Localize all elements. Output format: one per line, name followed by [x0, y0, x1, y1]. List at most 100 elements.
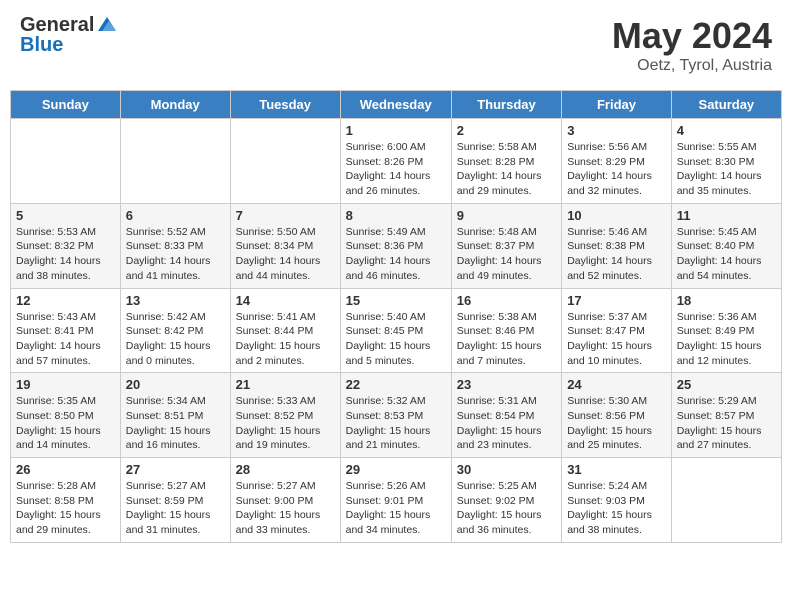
day-info: Sunrise: 5:55 AMSunset: 8:30 PMDaylight:…	[677, 140, 776, 199]
calendar-cell: 26 Sunrise: 5:28 AMSunset: 8:58 PMDayligh…	[11, 458, 121, 543]
day-info: Sunrise: 5:27 AMSunset: 9:00 PMDaylight:…	[236, 479, 335, 538]
col-tuesday: Tuesday	[230, 91, 340, 119]
day-info: Sunrise: 5:53 AMSunset: 8:32 PMDaylight:…	[16, 225, 115, 284]
day-info: Sunrise: 5:26 AMSunset: 9:01 PMDaylight:…	[346, 479, 446, 538]
day-info: Sunrise: 5:46 AMSunset: 8:38 PMDaylight:…	[567, 225, 666, 284]
calendar-cell: 8 Sunrise: 5:49 AMSunset: 8:36 PMDaylight…	[340, 203, 451, 288]
calendar-cell: 27Sunrise: 5:27 AMSunset: 8:59 PMDayligh…	[120, 458, 230, 543]
day-info: Sunrise: 5:58 AMSunset: 8:28 PMDaylight:…	[457, 140, 556, 199]
day-number: 9	[457, 208, 556, 223]
day-info: Sunrise: 5:41 AMSunset: 8:44 PMDaylight:…	[236, 310, 335, 369]
day-number: 25	[677, 377, 776, 392]
logo-general-text: General	[20, 15, 94, 35]
day-info: Sunrise: 5:33 AMSunset: 8:52 PMDaylight:…	[236, 394, 335, 453]
day-info: Sunrise: 5:27 AMSunset: 8:59 PMDaylight:…	[126, 479, 225, 538]
calendar-cell: 13 Sunrise: 5:42 AMSunset: 8:42 PMDayligh…	[120, 288, 230, 373]
calendar-cell: 19Sunrise: 5:35 AMSunset: 8:50 PMDayligh…	[11, 373, 121, 458]
calendar-cell: 25 Sunrise: 5:29 AMSunset: 8:57 PMDayligh…	[671, 373, 781, 458]
logo-icon	[96, 13, 118, 35]
day-info: Sunrise: 5:29 AMSunset: 8:57 PMDaylight:…	[677, 394, 776, 453]
day-info: Sunrise: 5:52 AMSunset: 8:33 PMDaylight:…	[126, 225, 225, 284]
calendar-cell: 30Sunrise: 5:25 AMSunset: 9:02 PMDayligh…	[451, 458, 561, 543]
day-number: 11	[677, 208, 776, 223]
calendar-cell: 5 Sunrise: 5:53 AMSunset: 8:32 PMDaylight…	[11, 203, 121, 288]
day-number: 26	[16, 462, 115, 477]
day-number: 7	[236, 208, 335, 223]
location-subtitle: Oetz, Tyrol, Austria	[612, 57, 772, 75]
calendar-cell: 17 Sunrise: 5:37 AMSunset: 8:47 PMDayligh…	[562, 288, 672, 373]
day-number: 8	[346, 208, 446, 223]
calendar-table: Sunday Monday Tuesday Wednesday Thursday…	[10, 90, 782, 543]
day-info: Sunrise: 5:34 AMSunset: 8:51 PMDaylight:…	[126, 394, 225, 453]
day-number: 30	[457, 462, 556, 477]
calendar-cell: 10 Sunrise: 5:46 AMSunset: 8:38 PMDayligh…	[562, 203, 672, 288]
col-sunday: Sunday	[11, 91, 121, 119]
col-wednesday: Wednesday	[340, 91, 451, 119]
calendar-cell: 1Sunrise: 6:00 AMSunset: 8:26 PMDaylight…	[340, 119, 451, 204]
day-number: 31	[567, 462, 666, 477]
calendar-week-row: 1Sunrise: 6:00 AMSunset: 8:26 PMDaylight…	[11, 119, 782, 204]
day-info: Sunrise: 5:31 AMSunset: 8:54 PMDaylight:…	[457, 394, 556, 453]
calendar-cell: 18 Sunrise: 5:36 AMSunset: 8:49 PMDayligh…	[671, 288, 781, 373]
calendar-cell: 21 Sunrise: 5:33 AMSunset: 8:52 PMDayligh…	[230, 373, 340, 458]
col-friday: Friday	[562, 91, 672, 119]
calendar-cell: 3 Sunrise: 5:56 AMSunset: 8:29 PMDaylight…	[562, 119, 672, 204]
calendar-cell	[230, 119, 340, 204]
day-info: Sunrise: 5:43 AMSunset: 8:41 PMDaylight:…	[16, 310, 115, 369]
calendar-cell: 16 Sunrise: 5:38 AMSunset: 8:46 PMDayligh…	[451, 288, 561, 373]
day-info: Sunrise: 5:28 AMSunset: 8:58 PMDaylight:…	[16, 479, 115, 538]
calendar-cell: 4 Sunrise: 5:55 AMSunset: 8:30 PMDaylight…	[671, 119, 781, 204]
calendar-cell: 9Sunrise: 5:48 AMSunset: 8:37 PMDaylight…	[451, 203, 561, 288]
day-info: Sunrise: 5:30 AMSunset: 8:56 PMDaylight:…	[567, 394, 666, 453]
day-number: 12	[16, 293, 115, 308]
day-info: Sunrise: 5:42 AMSunset: 8:42 PMDaylight:…	[126, 310, 225, 369]
day-info: Sunrise: 5:56 AMSunset: 8:29 PMDaylight:…	[567, 140, 666, 199]
day-number: 21	[236, 377, 335, 392]
day-number: 20	[126, 377, 225, 392]
day-info: Sunrise: 5:49 AMSunset: 8:36 PMDaylight:…	[346, 225, 446, 284]
calendar-cell: 29 Sunrise: 5:26 AMSunset: 9:01 PMDayligh…	[340, 458, 451, 543]
calendar-week-row: 12 Sunrise: 5:43 AMSunset: 8:41 PMDayligh…	[11, 288, 782, 373]
day-number: 13	[126, 293, 225, 308]
day-number: 1	[346, 123, 446, 138]
day-number: 2	[457, 123, 556, 138]
calendar-cell: 2 Sunrise: 5:58 AMSunset: 8:28 PMDaylight…	[451, 119, 561, 204]
calendar-cell: 28 Sunrise: 5:27 AMSunset: 9:00 PMDayligh…	[230, 458, 340, 543]
day-number: 4	[677, 123, 776, 138]
day-number: 15	[346, 293, 446, 308]
col-thursday: Thursday	[451, 91, 561, 119]
day-number: 18	[677, 293, 776, 308]
day-number: 14	[236, 293, 335, 308]
day-number: 3	[567, 123, 666, 138]
day-info: Sunrise: 5:50 AMSunset: 8:34 PMDaylight:…	[236, 225, 335, 284]
day-number: 28	[236, 462, 335, 477]
day-info: Sunrise: 5:38 AMSunset: 8:46 PMDaylight:…	[457, 310, 556, 369]
calendar-cell: 12 Sunrise: 5:43 AMSunset: 8:41 PMDayligh…	[11, 288, 121, 373]
month-year-title: May 2024	[612, 15, 772, 57]
day-info: Sunrise: 5:36 AMSunset: 8:49 PMDaylight:…	[677, 310, 776, 369]
calendar-week-row: 5 Sunrise: 5:53 AMSunset: 8:32 PMDaylight…	[11, 203, 782, 288]
day-number: 17	[567, 293, 666, 308]
calendar-header-row: Sunday Monday Tuesday Wednesday Thursday…	[11, 91, 782, 119]
day-number: 5	[16, 208, 115, 223]
calendar-cell: 7 Sunrise: 5:50 AMSunset: 8:34 PMDaylight…	[230, 203, 340, 288]
day-number: 10	[567, 208, 666, 223]
col-saturday: Saturday	[671, 91, 781, 119]
day-number: 29	[346, 462, 446, 477]
day-info: Sunrise: 5:40 AMSunset: 8:45 PMDaylight:…	[346, 310, 446, 369]
calendar-cell	[120, 119, 230, 204]
day-info: Sunrise: 5:37 AMSunset: 8:47 PMDaylight:…	[567, 310, 666, 369]
day-info: Sunrise: 5:32 AMSunset: 8:53 PMDaylight:…	[346, 394, 446, 453]
calendar-cell: 15 Sunrise: 5:40 AMSunset: 8:45 PMDayligh…	[340, 288, 451, 373]
title-section: May 2024 Oetz, Tyrol, Austria	[612, 15, 772, 75]
day-info: Sunrise: 5:24 AMSunset: 9:03 PMDaylight:…	[567, 479, 666, 538]
day-number: 19	[16, 377, 115, 392]
page-header: General Blue May 2024 Oetz, Tyrol, Austr…	[10, 10, 782, 80]
calendar-cell: 11Sunrise: 5:45 AMSunset: 8:40 PMDayligh…	[671, 203, 781, 288]
calendar-cell	[671, 458, 781, 543]
calendar-week-row: 19Sunrise: 5:35 AMSunset: 8:50 PMDayligh…	[11, 373, 782, 458]
day-number: 23	[457, 377, 556, 392]
calendar-cell: 23 Sunrise: 5:31 AMSunset: 8:54 PMDayligh…	[451, 373, 561, 458]
calendar-cell: 20 Sunrise: 5:34 AMSunset: 8:51 PMDayligh…	[120, 373, 230, 458]
day-number: 16	[457, 293, 556, 308]
